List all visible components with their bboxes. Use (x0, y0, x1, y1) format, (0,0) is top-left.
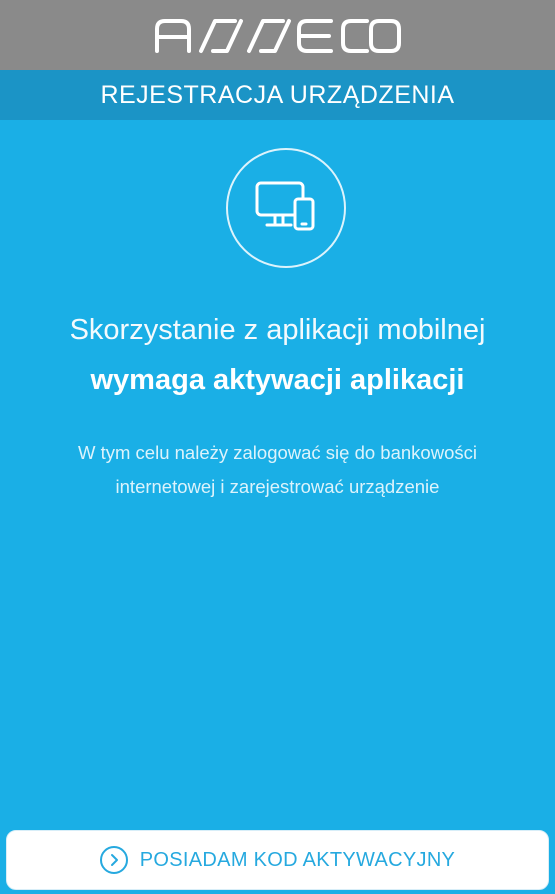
headline-light: Skorzystanie z aplikacji mobilnej (69, 314, 486, 346)
top-bar (0, 0, 555, 70)
desktop-and-phone-icon (255, 181, 317, 236)
headline-bold: wymaga aktywacji aplikacji (90, 364, 465, 396)
description-line-2: internetowej i zarejestrować urządzenie (115, 476, 440, 497)
registration-screen: REJESTRACJA URZĄDZENIA Skorzystanie z ap… (0, 0, 555, 894)
activation-button-label: POSIADAM KOD AKTYWACYJNY (139, 848, 456, 871)
activation-code-button[interactable]: POSIADAM KOD AKTYWACYJNY (6, 830, 549, 890)
chevron-right-circle-icon (99, 846, 128, 874)
asseco-logo (153, 15, 403, 55)
description: W tym celu należy zalogować się do banko… (20, 436, 535, 504)
description-line-1: W tym celu należy zalogować się do banko… (78, 442, 477, 463)
page-title: REJESTRACJA URZĄDZENIA (0, 70, 555, 120)
headline: Skorzystanie z aplikacji mobilnej wymaga… (0, 305, 555, 405)
device-circle (226, 148, 346, 268)
